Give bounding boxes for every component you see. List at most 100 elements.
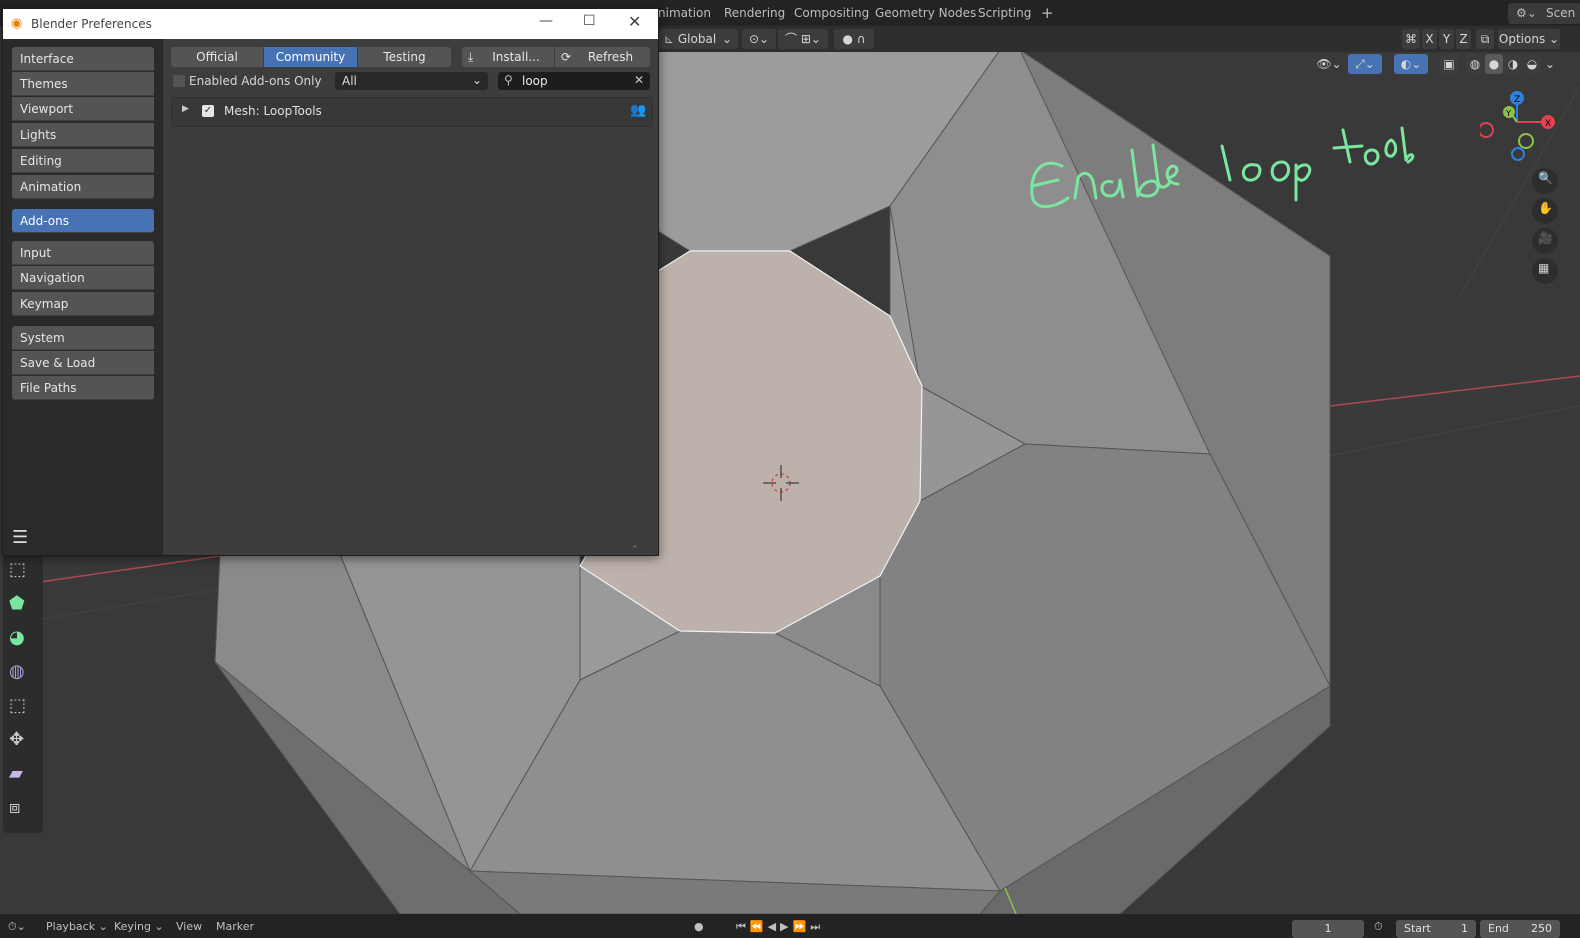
timer-icon[interactable]: ⏱ (1374, 920, 1383, 934)
sidebar-item-themes[interactable]: Themes (12, 72, 154, 96)
orientation-dropdown[interactable]: ⊾ Global ⌄ (658, 29, 738, 49)
measure-tool-icon[interactable]: ⧈ (9, 797, 37, 825)
visibility-icon[interactable]: 👁⌄ (1314, 54, 1344, 74)
hamburger-menu-icon[interactable]: ☰ (12, 527, 32, 548)
sidebar-item-input[interactable]: Input (12, 241, 154, 265)
proportional-icon: ● ∩ (842, 32, 866, 46)
sidebar-item-interface[interactable]: Interface (12, 47, 154, 71)
select-box-icon[interactable]: ⬚ (9, 559, 37, 587)
end-frame-field[interactable]: End 250 (1480, 920, 1560, 938)
proportional-editing-button[interactable]: ● ∩ (834, 29, 874, 49)
addon-row-looptools[interactable]: ▶ ✓ Mesh: LoopTools 👥 (171, 97, 653, 127)
refresh-label: Refresh (587, 50, 634, 64)
sidebar-item-keymap[interactable]: Keymap (12, 292, 154, 316)
options-label: Options (1498, 32, 1546, 46)
enabled-only-label: Enabled Add-ons Only (189, 74, 322, 88)
material-shading-icon[interactable]: ◑ (1504, 54, 1522, 74)
category-dropdown[interactable]: All ⌄ (335, 72, 488, 90)
current-frame-field[interactable]: 1 (1292, 920, 1364, 938)
view-menu[interactable]: View (176, 920, 202, 933)
annotate-tool-icon[interactable]: ▰ (9, 763, 37, 791)
add-workspace-button[interactable]: + (1033, 3, 1062, 24)
overlays-toggle-icon[interactable]: ◐⌄ (1394, 54, 1428, 74)
preferences-sidebar: Interface Themes Viewport Lights Editing… (3, 39, 163, 555)
scene-name[interactable]: Scen (1540, 3, 1580, 24)
xray-icon[interactable]: ▣ (1440, 54, 1458, 74)
tab-animation[interactable]: nimation (650, 3, 719, 24)
sidebar-item-addons[interactable]: Add-ons (12, 209, 154, 233)
axis-z-toggle[interactable]: Z (1456, 29, 1471, 49)
minimize-icon[interactable]: — (539, 13, 553, 29)
rendered-shading-icon[interactable]: ◒ (1523, 54, 1541, 74)
playback-controls-icon[interactable]: ⏮⏪◀▶⏩⏭ (736, 920, 824, 934)
refresh-icon: ⟳ (561, 50, 572, 64)
snap-button[interactable]: ⌒ ⊞⌄ (778, 29, 828, 49)
pivot-point-button[interactable]: ⊙⌄ (742, 29, 776, 49)
close-icon[interactable]: ✕ (628, 12, 641, 31)
axis-x-toggle[interactable]: X (1422, 29, 1437, 49)
sidebar-item-save-load[interactable]: Save & Load (12, 351, 154, 375)
sidebar-item-viewport[interactable]: Viewport (12, 97, 154, 121)
sidebar-item-editing[interactable]: Editing (12, 149, 154, 173)
start-frame-field[interactable]: Start 1 (1396, 920, 1476, 938)
refresh-button[interactable]: ⟳ Refresh (555, 47, 650, 67)
navigation-gizmo[interactable]: Z X Y (1480, 86, 1570, 166)
rotate-tool-icon[interactable]: ◍ (9, 661, 37, 689)
sidebar-item-file-paths[interactable]: File Paths (12, 376, 154, 400)
zoom-icon[interactable]: 🔍 (1532, 168, 1558, 194)
ortho-grid-icon[interactable]: ▦ (1532, 258, 1558, 284)
preferences-window: ◉ Blender Preferences — ☐ ✕ Interface Th… (2, 8, 659, 556)
addon-name: Mesh: LoopTools (224, 104, 322, 118)
solid-shading-icon[interactable]: ● (1485, 54, 1503, 74)
window-titlebar: ◉ Blender Preferences — ☐ ✕ (3, 9, 658, 39)
mirror-icon[interactable]: ⌘ (1402, 29, 1420, 49)
sidebar-item-navigation[interactable]: Navigation (12, 266, 154, 290)
tab-geometry-nodes[interactable]: Geometry Nodes (867, 3, 984, 24)
sidebar-item-animation[interactable]: Animation (12, 175, 154, 199)
timeline-editor-icon[interactable]: ⏱⌄ (8, 920, 26, 934)
maximize-icon[interactable]: ☐ (583, 13, 596, 29)
snap-icon: ⌒ ⊞⌄ (785, 32, 821, 46)
move-tool-icon[interactable]: ◕ (9, 627, 37, 655)
cursor-tool-icon[interactable]: ⬟ (9, 593, 37, 621)
download-icon: ⤓ (468, 50, 474, 64)
sidebar-item-lights[interactable]: Lights (12, 123, 154, 147)
chevron-down-icon: ⌄ (471, 73, 482, 87)
wireframe-shading-icon[interactable]: ◍ (1466, 54, 1484, 74)
tab-official[interactable]: Official (171, 47, 263, 67)
tab-testing[interactable]: Testing (358, 47, 451, 67)
playback-menu[interactable]: Playback ⌄ (46, 920, 108, 933)
axis-y-toggle[interactable]: Y (1439, 29, 1454, 49)
orientation-label: Global (677, 32, 717, 46)
svg-text:X: X (1545, 119, 1551, 129)
resize-handle-icon[interactable]: ⌃ (631, 545, 639, 555)
tab-rendering[interactable]: Rendering (716, 3, 793, 24)
transform-tool-icon[interactable]: ✥ (9, 729, 37, 757)
camera-icon[interactable]: 🎥 (1532, 228, 1558, 254)
expand-triangle-icon[interactable]: ▶ (182, 104, 189, 114)
tool-shelf: ⬚ ⬟ ◕ ◍ ⬚ ✥ ▰ ⧈ (3, 555, 43, 833)
record-icon[interactable]: ● (694, 920, 704, 933)
clear-search-icon[interactable]: ✕ (634, 73, 644, 87)
sidebar-item-system[interactable]: System (12, 326, 154, 350)
tab-compositing[interactable]: Compositing (786, 3, 877, 24)
enabled-only-checkbox[interactable] (173, 75, 185, 87)
options-dropdown[interactable]: Options ⌄ (1498, 29, 1560, 49)
overlay-header: 👁⌄ ⤢⌄ ◐⌄ ▣ ◍ ● ◑ ◒ ⌄ (1314, 54, 1564, 76)
marker-menu[interactable]: Marker (216, 920, 254, 933)
tab-community[interactable]: Community (264, 47, 357, 67)
orientation-icon: ⊾ (664, 32, 678, 46)
blender-logo-icon: ◉ (11, 16, 23, 31)
search-input[interactable]: ⚲ loop ✕ (498, 72, 650, 90)
gizmo-toggle-icon[interactable]: ⤢⌄ (1348, 54, 1382, 74)
install-button[interactable]: ⤓ Install... (462, 47, 554, 67)
scale-tool-icon[interactable]: ⬚ (9, 695, 37, 723)
search-icon: ⚲ (504, 73, 513, 87)
tab-scripting[interactable]: Scripting (970, 3, 1039, 24)
keying-menu[interactable]: Keying ⌄ (114, 920, 164, 933)
auto-merge-icon[interactable]: ⧉ (1476, 29, 1494, 49)
shading-options-icon[interactable]: ⌄ (1543, 54, 1557, 74)
pivot-icon: ⊙⌄ (748, 32, 770, 46)
pan-hand-icon[interactable]: ✋ (1532, 198, 1558, 224)
addon-enable-checkbox[interactable]: ✓ (202, 105, 214, 117)
